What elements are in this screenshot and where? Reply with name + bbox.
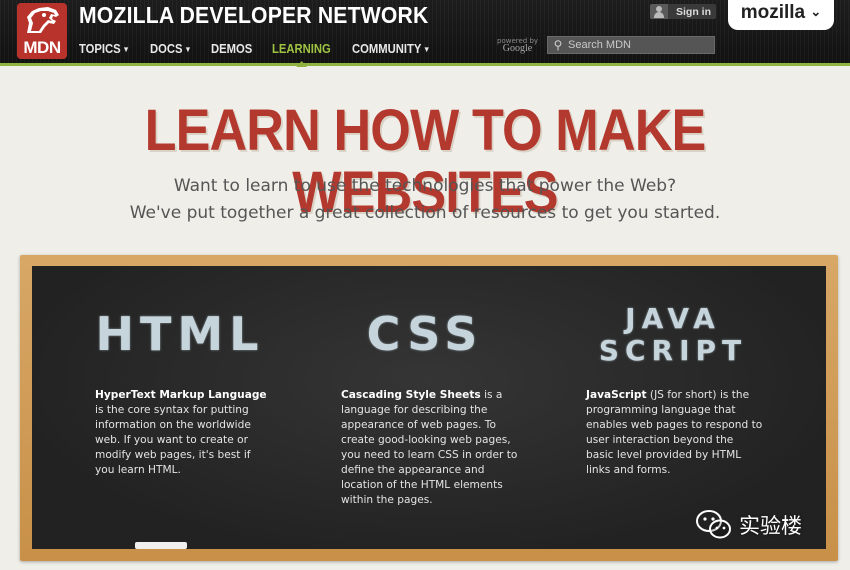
html-heading[interactable]: HTML [95,306,265,362]
site-header: MDN MOZILLA DEVELOPER NETWORK TOPICS ▼ DOC… [0,0,850,67]
search-input[interactable] [568,39,708,51]
javascript-text: (JS for short) is the programming langua… [586,389,763,476]
nav-item-label: TOPICS [79,42,121,56]
logo-text: MDN [23,38,61,57]
site-title[interactable]: MOZILLA DEVELOPER NETWORK [79,2,428,29]
caret-down-icon: ▼ [184,45,192,54]
caret-down-icon: ▼ [423,45,431,54]
nav-item-docs[interactable]: DOCS ▼ [150,42,191,56]
caret-down-icon: ▼ [122,45,130,54]
sign-in-label: Sign in [676,5,711,18]
dino-icon [27,7,59,33]
nav-item-demos[interactable]: DEMOS [211,42,252,56]
sign-in-button[interactable]: Sign in [650,4,716,19]
search-box[interactable]: ⚲ [547,36,715,54]
javascript-heading-line-2: SCRIPT [598,334,748,367]
chevron-down-icon: ⌄ [810,4,822,19]
watermark-text: 实验楼 [739,514,802,538]
powered-by-google: powered by Google [497,37,538,54]
css-heading[interactable]: CSS [355,306,495,362]
css-text: is a language for describing the appeara… [341,389,518,506]
nav-item-learning[interactable]: LEARNING [272,42,331,67]
css-term[interactable]: Cascading Style Sheets [341,389,481,401]
html-term[interactable]: HyperText Markup Language [95,389,267,401]
nav-item-topics[interactable]: TOPICS ▼ [79,42,130,56]
javascript-term[interactable]: JavaScript [586,389,647,401]
nav-item-label: DEMOS [211,42,253,56]
nav-item-community[interactable]: COMMUNITY ▼ [352,42,430,56]
mozilla-tab[interactable]: mozilla ⌄ [728,0,834,30]
chalk-stick [135,542,187,549]
mozilla-label: mozilla [740,2,806,23]
css-description: Cascading Style Sheets is a language for… [341,388,519,508]
html-text: is the core syntax for putting informati… [95,404,251,476]
javascript-heading[interactable]: JAVA SCRIPT [598,303,748,367]
javascript-description: JavaScript (JS for short) is the program… [586,388,764,478]
nav-item-label: LEARNING [272,42,331,56]
wechat-icon [696,510,731,539]
search-icon: ⚲ [553,38,563,52]
html-description: HyperText Markup Language is the core sy… [95,388,273,478]
mdn-logo[interactable]: MDN [17,3,67,59]
nav-item-label: COMMUNITY [352,42,422,56]
subtitle-line-1: Want to learn to use the technologies th… [173,176,677,196]
javascript-heading-line-1: JAVA [625,302,721,335]
person-icon [650,4,668,19]
google-label: Google [502,43,533,54]
watermark: 实验楼 [695,508,802,542]
subtitle-line-2: We've put together a great collection of… [129,203,721,223]
main-nav: TOPICS ▼ DOCS ▼ DEMOS LEARNING COMMUNITY ▼ [79,42,454,67]
nav-item-label: DOCS [150,42,183,56]
